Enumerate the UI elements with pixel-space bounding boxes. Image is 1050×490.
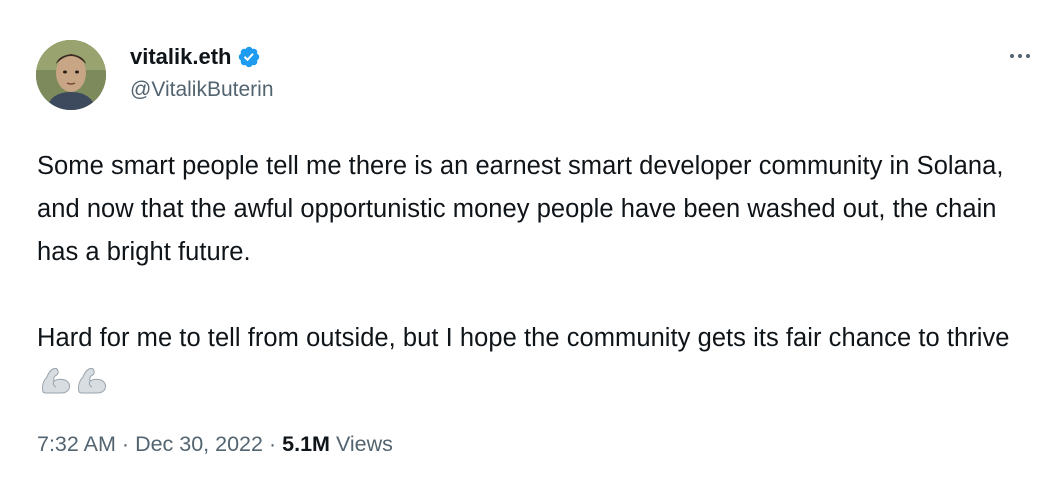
- tweet-paragraph-2-text: Hard for me to tell from outside, but I …: [37, 324, 1010, 352]
- avatar-photo-icon: [36, 40, 106, 110]
- tweet-date: Dec 30, 2022: [135, 432, 263, 456]
- flexed-biceps-icon: [78, 367, 106, 394]
- display-name[interactable]: vitalik.eth: [130, 44, 231, 70]
- meta-separator: ·: [121, 432, 130, 456]
- emoji-group: [39, 365, 111, 395]
- flexed-biceps-icon: [42, 367, 70, 394]
- avatar[interactable]: [36, 40, 106, 110]
- tweet-paragraph-2: Hard for me to tell from outside, but I …: [37, 317, 1027, 403]
- tweet-card[interactable]: vitalik.eth @VitalikButerin Some smart p…: [0, 0, 1050, 490]
- verified-badge-icon[interactable]: [237, 45, 261, 69]
- tweet-paragraph-1: Some smart people tell me there is an ea…: [37, 152, 1004, 266]
- tweet-time: 7:32 AM: [37, 432, 116, 456]
- views-count[interactable]: 5.1M: [282, 432, 330, 457]
- author-name-row: vitalik.eth: [130, 42, 261, 72]
- tweet-text: Some smart people tell me there is an ea…: [37, 145, 1027, 403]
- more-icon-dot: [1026, 54, 1030, 58]
- tweet-timestamp[interactable]: 7:32 AM · Dec 30, 2022: [37, 432, 263, 457]
- tweet-meta: 7:32 AM · Dec 30, 2022 · 5.1M Views: [37, 432, 393, 457]
- more-icon-dot: [1018, 54, 1022, 58]
- views-label: Views: [335, 432, 393, 456]
- more-icon-dot: [1010, 54, 1014, 58]
- author-handle[interactable]: @VitalikButerin: [130, 78, 274, 102]
- more-button[interactable]: [1002, 44, 1038, 68]
- meta-separator: ·: [268, 432, 277, 456]
